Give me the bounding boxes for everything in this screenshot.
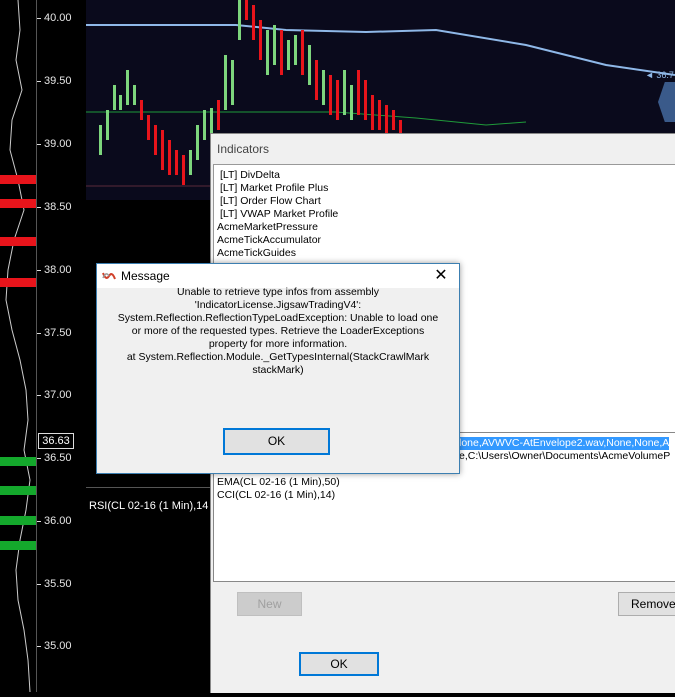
price-tick: 37.00 [37, 389, 83, 403]
remove-button[interactable]: Remove [618, 592, 675, 616]
profile-bar [0, 541, 36, 550]
applied-row-ema[interactable]: EMA(CL 02-16 (1 Min),50) [217, 476, 340, 489]
price-tick: 38.00 [37, 264, 83, 278]
price-tick: 37.50 [37, 327, 83, 341]
list-item[interactable]: AcmeTickAccumulator [217, 234, 321, 247]
message-line: Unable to retrieve type infos from assem… [177, 286, 379, 298]
profile-bar [0, 175, 36, 184]
applied-row-cci[interactable]: CCI(CL 02-16 (1 Min),14) [217, 489, 335, 502]
profile-bar [0, 486, 36, 495]
indicators-dialog-title: Indicators [217, 142, 270, 156]
price-tick: 36.50 [37, 452, 83, 466]
message-line: property for more information. [208, 338, 348, 350]
last-price-tag: 36.63 [38, 433, 74, 449]
price-tick: 38.50 [37, 201, 83, 215]
list-item[interactable]: [LT] Market Profile Plus [220, 182, 328, 195]
message-line: stackMark) [252, 364, 304, 376]
list-item[interactable]: AcmeTickGuides [217, 247, 296, 260]
panel-divider [86, 487, 210, 488]
new-button[interactable]: New [237, 592, 302, 616]
price-tick: 39.50 [37, 75, 83, 89]
message-line: or more of the requested types. Retrieve… [131, 325, 425, 337]
app-logo-icon [102, 272, 116, 280]
volume-profile-panel [0, 0, 37, 693]
profile-bar [0, 516, 36, 525]
price-tick: 35.00 [37, 640, 83, 654]
applied-row[interactable]: e,C:\Users\Owner\Documents\AcmeVolumeP [459, 450, 670, 463]
price-tick: 36.00 [37, 515, 83, 529]
price-tick: 39.00 [37, 138, 83, 152]
message-titlebar[interactable]: Message ✕ [97, 264, 459, 288]
close-icon[interactable]: ✕ [431, 266, 451, 286]
list-item[interactable]: AcmeMarketPressure [217, 221, 318, 234]
rsi-panel-label: RSI(CL 02-16 (1 Min),14 [89, 500, 209, 512]
volume-profile-trace [5, 0, 31, 693]
price-tick: 35.50 [37, 578, 83, 592]
message-ok-button[interactable]: OK [223, 428, 330, 455]
price-tick: 40.00 [37, 12, 83, 26]
envelope-value-marker: ◄ 36.7 [645, 70, 674, 80]
message-body: Unable to retrieve type infos from assem… [103, 286, 453, 377]
message-line: 'IndicatorLicense.JigsawTradingV4': [194, 299, 362, 311]
message-dialog: Message ✕ Unable to retrieve type infos … [96, 263, 460, 474]
message-line: System.Reflection.ReflectionTypeLoadExce… [117, 312, 439, 324]
price-axis: 40.00 39.50 39.00 38.50 38.00 37.50 37.0… [37, 0, 85, 692]
list-item[interactable]: [LT] Order Flow Chart [220, 195, 321, 208]
profile-bar [0, 278, 36, 287]
profile-bar [0, 237, 36, 246]
profile-bar [0, 457, 36, 466]
list-item[interactable]: [LT] VWAP Market Profile [220, 208, 338, 221]
message-line: at System.Reflection.Module._GetTypesInt… [126, 351, 430, 363]
profile-bar [0, 199, 36, 208]
message-title: Message [121, 269, 170, 283]
indicators-ok-button[interactable]: OK [299, 652, 379, 676]
list-item[interactable]: [LT] DivDelta [220, 169, 280, 182]
applied-row-selected[interactable]: lone,AVWVC-AtEnvelope2.wav,None,None,A [459, 437, 670, 450]
